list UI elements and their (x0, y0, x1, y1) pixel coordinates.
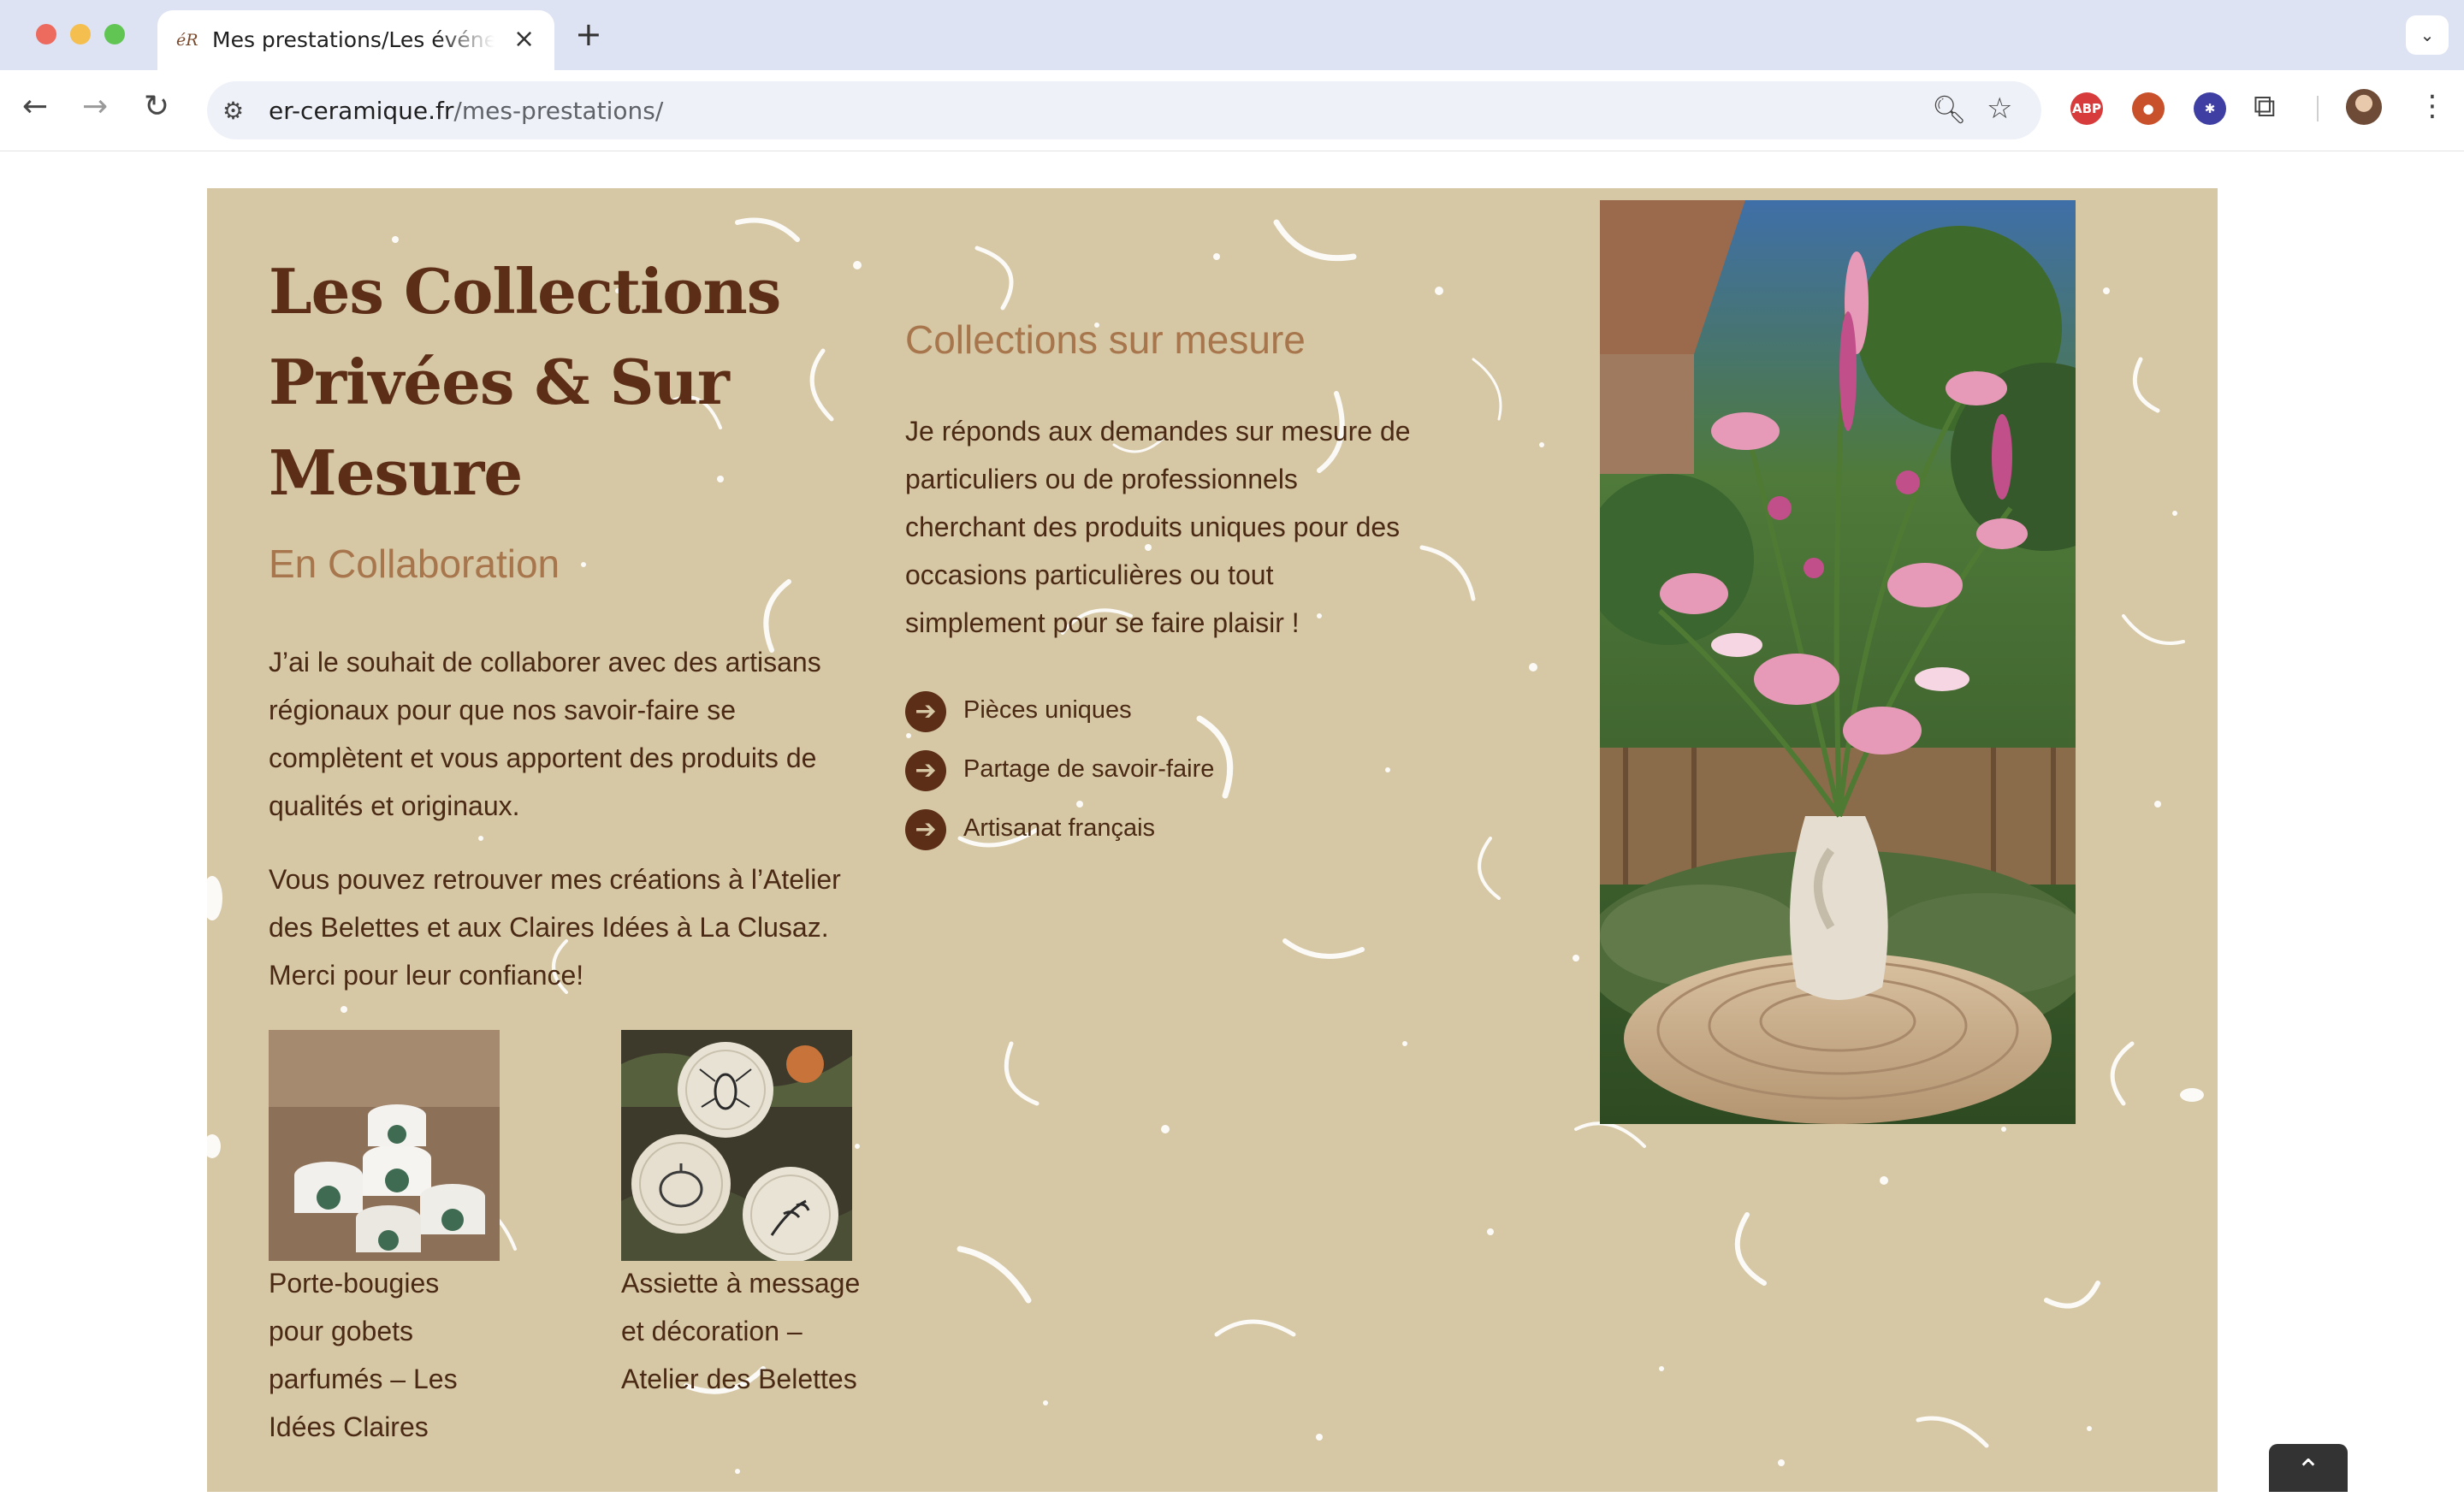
custom-collections-paragraph: Je réponds aux demandes sur mesure de pa… (905, 416, 1411, 638)
page-title: Les Collections Privées & Sur Mesure (269, 255, 781, 509)
adblock-extension-icon[interactable]: ABP (2070, 92, 2103, 125)
zoom-icon[interactable]: 🔍︎ (1932, 93, 1967, 126)
product-caption: Assiette à message et décoration – Ateli… (621, 1268, 861, 1394)
site-favicon-icon: éR (176, 31, 198, 50)
scroll-to-top-button[interactable]: ⌃ (2269, 1444, 2348, 1492)
toolbar-separator (2317, 96, 2319, 121)
tab-search-chevron-icon[interactable]: ⌄ (2406, 15, 2449, 55)
reload-icon[interactable]: ↻ (144, 89, 169, 124)
custom-collections-heading: Collections sur mesure (905, 317, 1306, 362)
bookmark-star-icon[interactable]: ☆ (1987, 92, 2012, 126)
profile-avatar[interactable] (2346, 89, 2382, 125)
feature-label: Artisanat français (963, 814, 1156, 842)
new-tab-button[interactable]: + (575, 15, 602, 53)
extensions-puzzle-icon[interactable]: ⧉ (2254, 89, 2276, 125)
back-arrow-icon[interactable]: ← (22, 89, 48, 124)
collections-section: Les Collections Privées & Sur Mesure En … (207, 188, 2218, 1492)
product-caption: Porte-bougies pour gobets parfumés – Les… (269, 1268, 458, 1442)
active-tab[interactable]: éR Mes prestations/Les événements × (157, 10, 554, 70)
decorative-plates-photo[interactable] (621, 1030, 852, 1261)
circle-arrow-right-icon: ➔ (905, 691, 946, 732)
address-bar[interactable]: ⚙ er-ceramique.fr/mes-prestations/ 🔍︎ ☆ (207, 81, 2041, 139)
collaboration-paragraph: Vous pouvez retrouver mes créations à l’… (269, 864, 841, 991)
maximize-window-button[interactable] (104, 24, 125, 44)
forward-arrow-icon[interactable]: → (82, 89, 108, 124)
tab-bar: éR Mes prestations/Les événements × + ⌄ (0, 0, 2464, 70)
collaboration-heading: En Collaboration (269, 541, 560, 586)
chevron-up-icon: ⌃ (2295, 1453, 2321, 1488)
feature-label: Partage de savoir-faire (963, 755, 1215, 783)
url-domain: er-ceramique.fr (269, 97, 454, 125)
candle-holders-photo[interactable] (269, 1030, 500, 1261)
collaboration-paragraph: J’ai le souhait de collaborer avec des a… (269, 647, 821, 821)
close-tab-icon[interactable]: × (513, 24, 535, 54)
browser-menu-icon[interactable]: ⋮ (2418, 89, 2447, 123)
tab-title: Mes prestations/Les événements (212, 27, 495, 52)
circle-arrow-right-icon: ➔ (905, 809, 946, 850)
url-path: /mes-prestations/ (453, 97, 664, 125)
flower-vase-photo (1600, 200, 2076, 1124)
extension-icon[interactable]: ● (2132, 92, 2165, 125)
site-info-icon[interactable]: ⚙ (222, 97, 244, 125)
minimize-window-button[interactable] (70, 24, 91, 44)
feature-label: Pièces uniques (963, 696, 1132, 724)
close-window-button[interactable] (36, 24, 56, 44)
url-text[interactable]: er-ceramique.fr/mes-prestations/ (269, 97, 663, 125)
circle-arrow-right-icon: ➔ (905, 750, 946, 791)
extension-icon[interactable]: ✱ (2194, 92, 2226, 125)
